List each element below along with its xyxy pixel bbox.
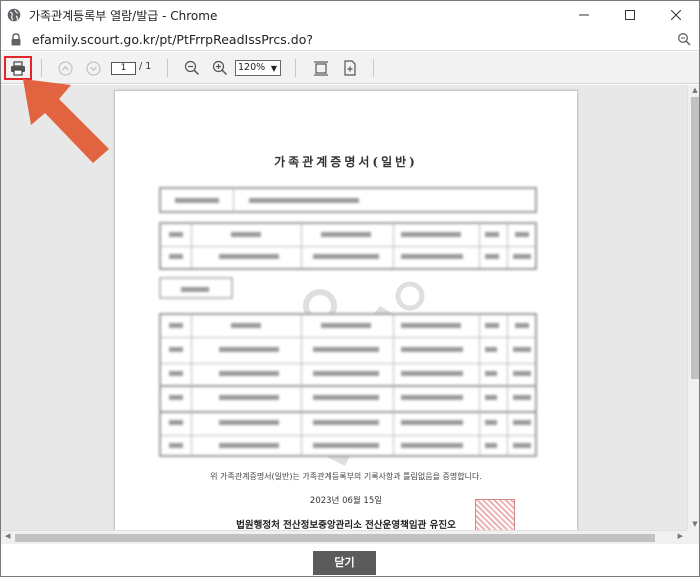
toolbar-separator [295, 59, 296, 77]
document-title: 가족관계증명서(일반) [274, 155, 418, 169]
page-total: / 1 [139, 61, 152, 72]
scroll-left-arrow-icon[interactable]: ◀ [5, 532, 10, 540]
fit-page-button[interactable] [312, 58, 330, 78]
add-page-button[interactable] [341, 58, 359, 78]
toolbar-separator [167, 59, 168, 77]
zoom-out-icon [184, 60, 200, 76]
window-title: 가족관계등록부 열람/발급 - Chrome [29, 8, 218, 23]
pdf-page: 가족관계증명서(일반) 위 가족관계증명서(일반)는 가족관계등록부의 기록사항… [114, 90, 578, 530]
registration-base-table [159, 187, 537, 213]
family-members-table [159, 313, 537, 457]
zoom-in-button[interactable] [211, 58, 229, 78]
chevron-down-icon: ▼ [270, 64, 277, 73]
footer: 닫기 [1, 544, 699, 576]
minimize-button[interactable] [561, 1, 607, 29]
vertical-scroll-thumb[interactable] [691, 97, 699, 379]
fit-page-icon [314, 61, 328, 76]
scroll-up-arrow-icon[interactable]: ▲ [691, 86, 699, 94]
zoom-level: 120% [238, 62, 266, 73]
close-icon [671, 10, 681, 20]
globe-icon [7, 8, 21, 22]
maximize-button[interactable] [607, 1, 653, 29]
zoom-select[interactable]: 120% ▼ [235, 60, 281, 76]
certification-text: 위 가족관계증명서(일반)는 가족관계등록부의 기록사항과 틀림없음을 증명합니… [210, 472, 482, 481]
url-text[interactable]: efamily.scourt.go.kr/pt/PtFrrpReadIssPrc… [32, 32, 313, 47]
vertical-scrollbar[interactable]: ▲ ▼ [687, 85, 699, 530]
lock-icon [11, 33, 21, 46]
title-bar: 가족관계등록부 열람/발급 - Chrome [1, 1, 699, 29]
close-window-button[interactable] [653, 1, 699, 29]
annotation-arrow-icon [23, 79, 109, 163]
browser-window: 가족관계등록부 열람/발급 - Chrome efamily.scourt.go… [0, 0, 700, 577]
horizontal-scroll-thumb[interactable] [15, 534, 655, 542]
official-seal [475, 499, 515, 530]
scroll-down-arrow-icon[interactable]: ▼ [691, 520, 699, 528]
close-button[interactable]: 닫기 [313, 551, 376, 575]
zoom-icon[interactable] [677, 32, 691, 46]
page-number-input[interactable]: 1 [111, 62, 136, 75]
scroll-right-arrow-icon[interactable]: ▶ [678, 532, 683, 540]
minimize-icon [579, 14, 589, 16]
maximize-icon [625, 10, 635, 20]
add-page-icon [344, 60, 356, 76]
address-bar[interactable]: efamily.scourt.go.kr/pt/PtFrrpReadIssPrc… [1, 29, 699, 51]
zoom-out-button[interactable] [183, 58, 201, 78]
horizontal-scrollbar[interactable]: ◀ ▶ [1, 530, 687, 544]
zoom-in-icon [212, 60, 228, 76]
scrollbar-corner [687, 530, 699, 544]
toolbar-separator [373, 59, 374, 77]
person-table [159, 222, 537, 270]
